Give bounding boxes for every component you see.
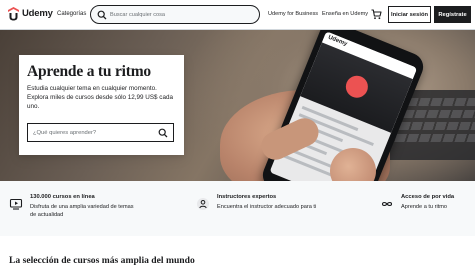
- hero-title: Aprende a tu ritmo: [27, 63, 151, 80]
- search-icon[interactable]: [97, 10, 107, 20]
- login-button[interactable]: Iniciar sesión: [388, 6, 431, 23]
- top-header: Udemy Categorías Udemy for Business Ense…: [0, 0, 475, 30]
- hero-card: Aprende a tu ritmo Estudia cualquier tem…: [19, 55, 184, 155]
- instructor-icon: [197, 198, 209, 210]
- infinity-icon: [381, 201, 393, 207]
- feature-subtitle: Encuentra el instructor adecuado para ti: [217, 204, 317, 210]
- hero-description: Estudia cualquier tema en cualquier mome…: [27, 85, 173, 110]
- feature-subtitle: Disfruta de una amplia variedad de temas…: [30, 204, 134, 218]
- feature-subtitle: Aprende a tu ritmo: [401, 204, 448, 210]
- udemy-logo[interactable]: Udemy: [7, 6, 53, 24]
- udemy-for-business-link[interactable]: Udemy for Business: [268, 11, 318, 17]
- signup-button[interactable]: Regístrate: [434, 6, 471, 23]
- features-bar: 130.000 cursos en línea Disfruta de una …: [0, 181, 475, 236]
- feature-title: Acceso de por vida: [401, 194, 455, 200]
- header-search[interactable]: [90, 5, 260, 24]
- header-search-input[interactable]: [110, 9, 250, 21]
- cart-icon[interactable]: [371, 9, 382, 20]
- udemy-logo-icon: [8, 7, 19, 21]
- section-title: La selección de cursos más amplia del mu…: [9, 255, 195, 266]
- hero-search-input[interactable]: [33, 127, 153, 139]
- search-icon[interactable]: [158, 128, 168, 138]
- feature-title: Instructores expertos: [217, 194, 277, 200]
- hero-banner: Udemy Aprende a tu ritmo Estudia cualqui…: [0, 30, 475, 181]
- play-screen-icon: [9, 198, 23, 210]
- categories-link[interactable]: Categorías: [57, 11, 86, 17]
- hero-search[interactable]: [27, 123, 174, 142]
- udemy-logo-text: Udemy: [22, 8, 53, 19]
- teach-on-udemy-link[interactable]: Enseña en Udemy: [322, 11, 368, 17]
- play-icon: [342, 72, 372, 102]
- feature-title: 130.000 cursos en línea: [30, 194, 95, 200]
